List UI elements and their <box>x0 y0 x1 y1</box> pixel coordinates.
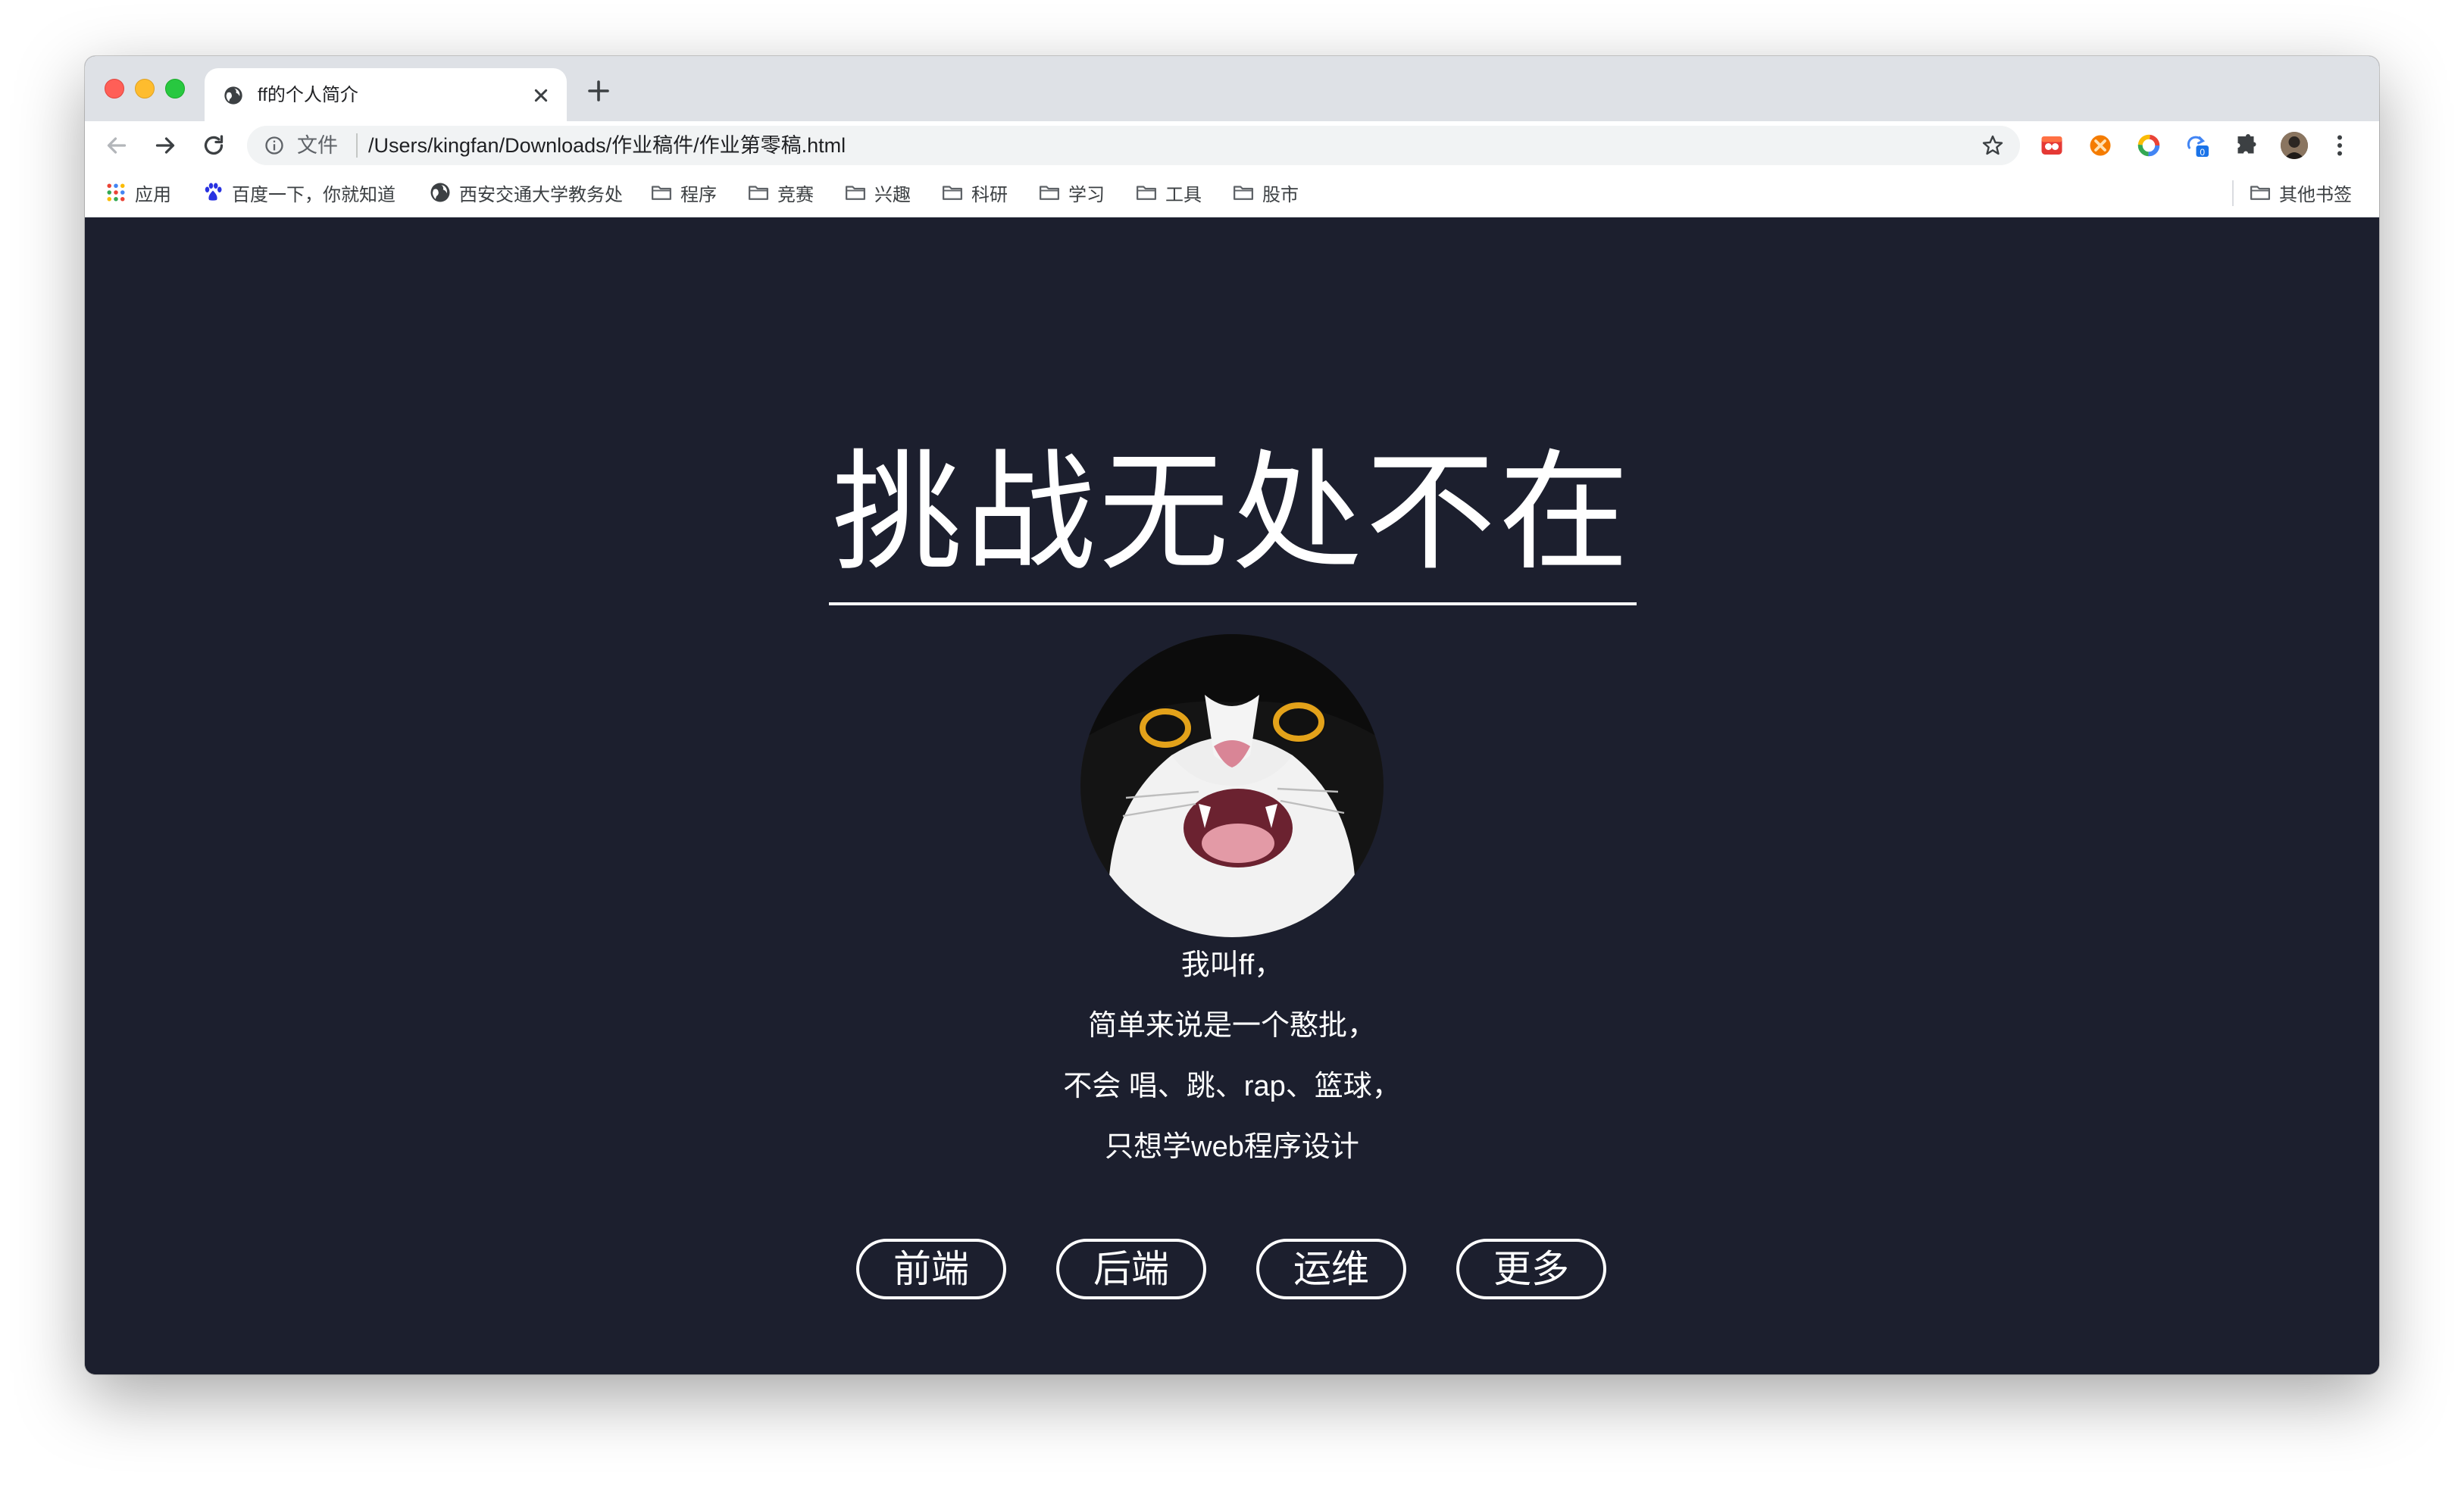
tag-button-more[interactable]: 更多 <box>1456 1239 1606 1299</box>
bookmark-label: 兴趣 <box>874 184 911 205</box>
extension-badge: 0 <box>2200 147 2205 158</box>
bookmark-xjtu[interactable]: 西安交通大学教务处 <box>429 179 623 206</box>
bookmark-label: 竞赛 <box>777 184 814 205</box>
tab-strip: ff的个人简介 <box>85 56 2379 121</box>
browser-window: ff的个人简介 文件 /Users/kingfan/Downloads/作业稿件… <box>85 56 2379 1374</box>
tag-button-frontend[interactable]: 前端 <box>856 1239 1006 1299</box>
apps-grid-icon <box>107 183 125 202</box>
avatar <box>1080 634 1384 937</box>
tab-title: ff的个人简介 <box>258 85 358 105</box>
bookmark-apps[interactable]: 应用 <box>105 179 171 206</box>
bookmark-label: 科研 <box>971 184 1008 205</box>
bookmark-baidu[interactable]: 百度一下，你就知道 <box>202 179 396 206</box>
page-title: 挑战无处不在 <box>832 436 1632 589</box>
title-underline <box>829 602 1637 605</box>
new-tab-button[interactable] <box>585 77 612 105</box>
cat-photo <box>1080 634 1384 937</box>
address-bar[interactable]: 文件 /Users/kingfan/Downloads/作业稿件/作业第零稿.h… <box>247 126 2020 165</box>
folder-icon <box>749 186 768 200</box>
toolbar: 文件 /Users/kingfan/Downloads/作业稿件/作业第零稿.h… <box>85 121 2379 170</box>
more-menu-icon[interactable] <box>2326 132 2353 159</box>
extension-orange-icon[interactable] <box>2087 132 2114 159</box>
bookmark-label: 程序 <box>680 184 717 205</box>
bookmark-folder-programs[interactable]: 程序 <box>650 179 717 206</box>
globe-icon <box>430 183 450 202</box>
close-window-button[interactable] <box>105 79 124 98</box>
bookmark-folder-competitions[interactable]: 竞赛 <box>747 179 814 206</box>
bookmarks-bar: 应用 百度一下，你就知道 西安交通大学教务处 程序 竞赛 兴趣 科研 学习 工具… <box>85 170 2379 217</box>
scheme-label: 文件 <box>297 134 338 157</box>
intro-line-1: 我叫ff， <box>1180 949 1284 981</box>
extension-sync[interactable]: 0 <box>2184 132 2211 159</box>
close-icon[interactable] <box>529 83 553 108</box>
tag-button-backend[interactable]: 后端 <box>1056 1239 1206 1299</box>
bookmark-folder-other[interactable]: 其他书签 <box>2249 179 2352 206</box>
forward-icon[interactable] <box>152 132 179 159</box>
folder-icon <box>1040 186 1059 200</box>
active-tab[interactable]: ff的个人简介 <box>205 68 567 121</box>
intro-line-2: 简单来说是一个憨批， <box>1087 1010 1376 1042</box>
bookmark-star-icon[interactable] <box>1981 133 2005 158</box>
profile-avatar[interactable] <box>2281 132 2308 159</box>
bookmark-label: 应用 <box>135 184 171 205</box>
folder-icon <box>1234 186 1253 200</box>
info-icon[interactable] <box>264 135 285 156</box>
extension-red-icon[interactable] <box>2038 132 2065 159</box>
tag-button-ops[interactable]: 运维 <box>1256 1239 1406 1299</box>
bookmark-label: 其他书签 <box>2279 184 2352 205</box>
baidu-paw-icon <box>205 183 222 201</box>
bookmark-label: 工具 <box>1165 184 1202 205</box>
intro-line-4: 只想学web程序设计 <box>1105 1131 1359 1163</box>
avatar-photo <box>2281 132 2308 159</box>
intro-line-3: 不会 唱、跳、rap、篮球， <box>1063 1071 1401 1102</box>
folder-icon <box>652 186 671 200</box>
folder-icon <box>1137 186 1156 200</box>
extensions-puzzle-icon[interactable] <box>2232 132 2259 159</box>
url-text[interactable]: /Users/kingfan/Downloads/作业稿件/作业第零稿.html <box>368 135 846 156</box>
bookmark-label: 百度一下，你就知道 <box>232 184 396 205</box>
bookmark-folder-interests[interactable]: 兴趣 <box>844 179 911 206</box>
bookmark-folder-stocks[interactable]: 股市 <box>1232 179 1299 206</box>
folder-icon <box>2250 186 2270 200</box>
bookmarks-divider <box>2232 180 2234 206</box>
bookmark-label: 股市 <box>1262 184 1299 205</box>
zoom-window-button[interactable] <box>165 79 185 98</box>
bookmark-folder-research[interactable]: 科研 <box>941 179 1008 206</box>
bookmark-folder-tools[interactable]: 工具 <box>1135 179 1202 206</box>
bookmark-label: 学习 <box>1068 184 1105 205</box>
bookmark-label: 西安交通大学教务处 <box>459 184 623 205</box>
globe-icon <box>224 86 242 105</box>
folder-icon <box>943 186 962 200</box>
sync-icon: 0 <box>2187 136 2209 158</box>
back-icon[interactable] <box>103 132 130 159</box>
extension-ring-icon[interactable] <box>2135 132 2162 159</box>
page-content: 挑战无处不在 我叫ff， 简单来说是一个憨批， 不会 唱、跳、rap、篮球， 只… <box>85 217 2379 1374</box>
folder-icon <box>846 186 865 200</box>
bookmark-folder-study[interactable]: 学习 <box>1038 179 1105 206</box>
url-separator <box>356 133 358 158</box>
reload-icon[interactable] <box>200 132 227 159</box>
minimize-window-button[interactable] <box>135 79 155 98</box>
